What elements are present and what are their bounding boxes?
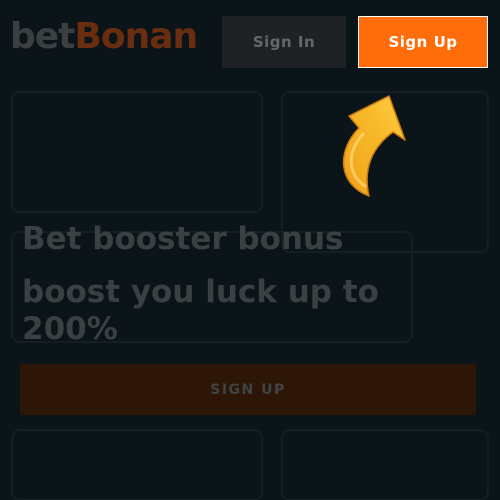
orange-arrow-up-right-icon bbox=[343, 95, 406, 197]
logo-text-brand: Bonan bbox=[74, 16, 198, 57]
promo-subline: boost you luck up to 200% bbox=[22, 274, 379, 347]
brand-logo[interactable]: betBonan bbox=[10, 13, 222, 61]
sign-up-button[interactable]: Sign Up bbox=[358, 16, 488, 68]
promo-headline: Bet booster bonus bbox=[22, 221, 344, 257]
logo-text-bet: bet bbox=[10, 16, 75, 57]
sign-in-button[interactable]: Sign In bbox=[222, 16, 346, 68]
cta-sign-up-button[interactable]: SIGN UP bbox=[20, 364, 476, 415]
